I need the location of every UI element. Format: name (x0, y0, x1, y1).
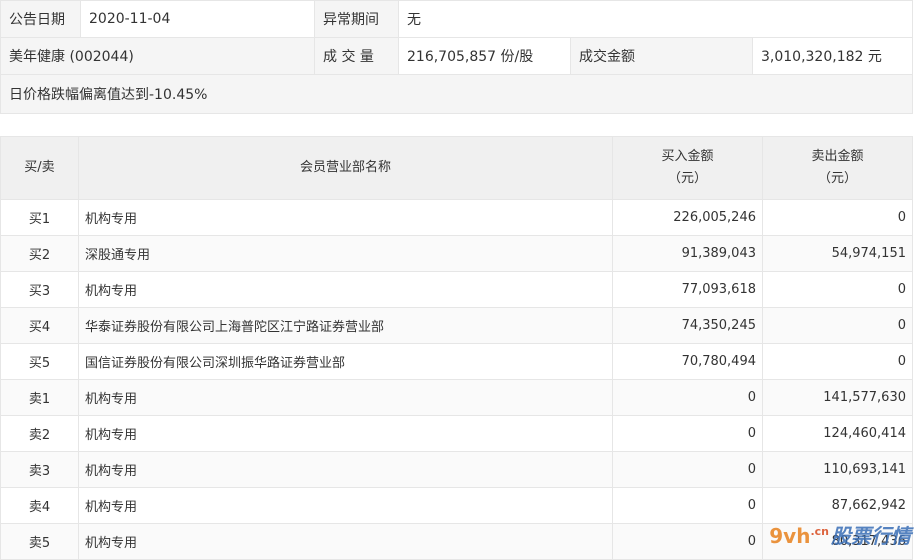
site-watermark: 9vh.cn 股票行情 (769, 520, 911, 549)
header-sell-unit: （元） (817, 171, 857, 186)
row-member: 机构专用 (78, 451, 613, 488)
row-member: 机构专用 (78, 379, 613, 416)
row-buy: 0 (612, 379, 763, 416)
row-sell: 110,693,141 (762, 451, 913, 488)
row-sell: 0 (762, 307, 913, 344)
row-side: 买5 (0, 343, 79, 380)
row-buy: 77,093,618 (612, 271, 763, 308)
table-row: 买2 深股通专用 91,389,043 54,974,151 (0, 235, 913, 272)
row-side: 卖1 (0, 379, 79, 416)
table-row: 卖4 机构专用 0 87,662,942 (0, 487, 913, 524)
watermark-text: 股票行情 (831, 524, 911, 548)
row-side: 卖2 (0, 415, 79, 452)
table-row: 卖2 机构专用 0 124,460,414 (0, 415, 913, 452)
header-sell-amount: 卖出金额 （元） (762, 136, 913, 200)
volume-value: 216,705,857 份/股 (398, 37, 571, 75)
row-member: 国信证券股份有限公司深圳振华路证券营业部 (78, 343, 613, 380)
info-row-reason: 日价格跌幅偏离值达到-10.45% (0, 74, 914, 114)
row-buy: 74,350,245 (612, 307, 763, 344)
row-buy: 0 (612, 523, 763, 560)
header-buy-amount-label: 买入金额 (661, 149, 714, 164)
row-sell: 124,460,414 (762, 415, 913, 452)
row-member: 机构专用 (78, 271, 613, 308)
row-buy: 0 (612, 487, 763, 524)
trading-seats-table: 买/卖 会员营业部名称 买入金额 （元） 卖出金额 （元） 买1 机构专用 22… (0, 136, 913, 560)
table-row: 买4 华泰证券股份有限公司上海普陀区江宁路证券营业部 74,350,245 0 (0, 307, 913, 344)
row-buy: 0 (612, 415, 763, 452)
row-side: 买1 (0, 199, 79, 236)
table-row: 卖3 机构专用 0 110,693,141 (0, 451, 913, 488)
info-row-trade: 美年健康 (002044) 成 交 量 216,705,857 份/股 成交金额… (0, 37, 914, 75)
anomaly-reason: 日价格跌幅偏离值达到-10.45% (0, 74, 914, 114)
header-member: 会员营业部名称 (78, 136, 613, 200)
table-row: 卖1 机构专用 0 141,577,630 (0, 379, 913, 416)
row-member: 深股通专用 (78, 235, 613, 272)
row-sell: 141,577,630 (762, 379, 913, 416)
announce-date-label: 公告日期 (0, 0, 81, 38)
table-header-row: 买/卖 会员营业部名称 买入金额 （元） 卖出金额 （元） (0, 136, 913, 200)
announcement-info-table: 公告日期 2020-11-04 异常期间 无 美年健康 (002044) 成 交… (0, 0, 914, 114)
table-row: 买5 国信证券股份有限公司深圳振华路证券营业部 70,780,494 0 (0, 343, 913, 380)
watermark-brand: 9vh (769, 524, 811, 548)
row-member: 机构专用 (78, 487, 613, 524)
row-side: 卖4 (0, 487, 79, 524)
header-sell-amount-label: 卖出金额 (811, 149, 864, 164)
table-row: 买1 机构专用 226,005,246 0 (0, 199, 913, 236)
row-buy: 91,389,043 (612, 235, 763, 272)
row-buy: 226,005,246 (612, 199, 763, 236)
row-member: 机构专用 (78, 415, 613, 452)
row-sell: 0 (762, 271, 913, 308)
row-sell: 0 (762, 343, 913, 380)
table-row: 买3 机构专用 77,093,618 0 (0, 271, 913, 308)
row-side: 卖5 (0, 523, 79, 560)
stock-name: 美年健康 (002044) (0, 37, 315, 75)
row-member: 华泰证券股份有限公司上海普陀区江宁路证券营业部 (78, 307, 613, 344)
anomaly-period-label: 异常期间 (314, 0, 399, 38)
anomaly-period-value: 无 (397, 0, 914, 38)
announce-date-value: 2020-11-04 (80, 0, 315, 38)
header-buy-amount: 买入金额 （元） (612, 136, 763, 200)
header-side: 买/卖 (0, 136, 79, 200)
row-side: 卖3 (0, 451, 79, 488)
row-side: 买2 (0, 235, 79, 272)
row-side: 买4 (0, 307, 79, 344)
info-row-date: 公告日期 2020-11-04 异常期间 无 (0, 0, 914, 38)
row-sell: 87,662,942 (762, 487, 913, 524)
row-side: 买3 (0, 271, 79, 308)
turnover-label: 成交金额 (570, 37, 753, 75)
header-buy-unit: （元） (667, 171, 707, 186)
turnover-value: 3,010,320,182 元 (751, 37, 914, 75)
row-sell: 54,974,151 (762, 235, 913, 272)
watermark-domain: .cn (810, 525, 829, 539)
row-sell: 0 (762, 199, 913, 236)
row-member: 机构专用 (78, 523, 613, 560)
row-buy: 0 (612, 451, 763, 488)
volume-label: 成 交 量 (314, 37, 399, 75)
row-buy: 70,780,494 (612, 343, 763, 380)
row-member: 机构专用 (78, 199, 613, 236)
